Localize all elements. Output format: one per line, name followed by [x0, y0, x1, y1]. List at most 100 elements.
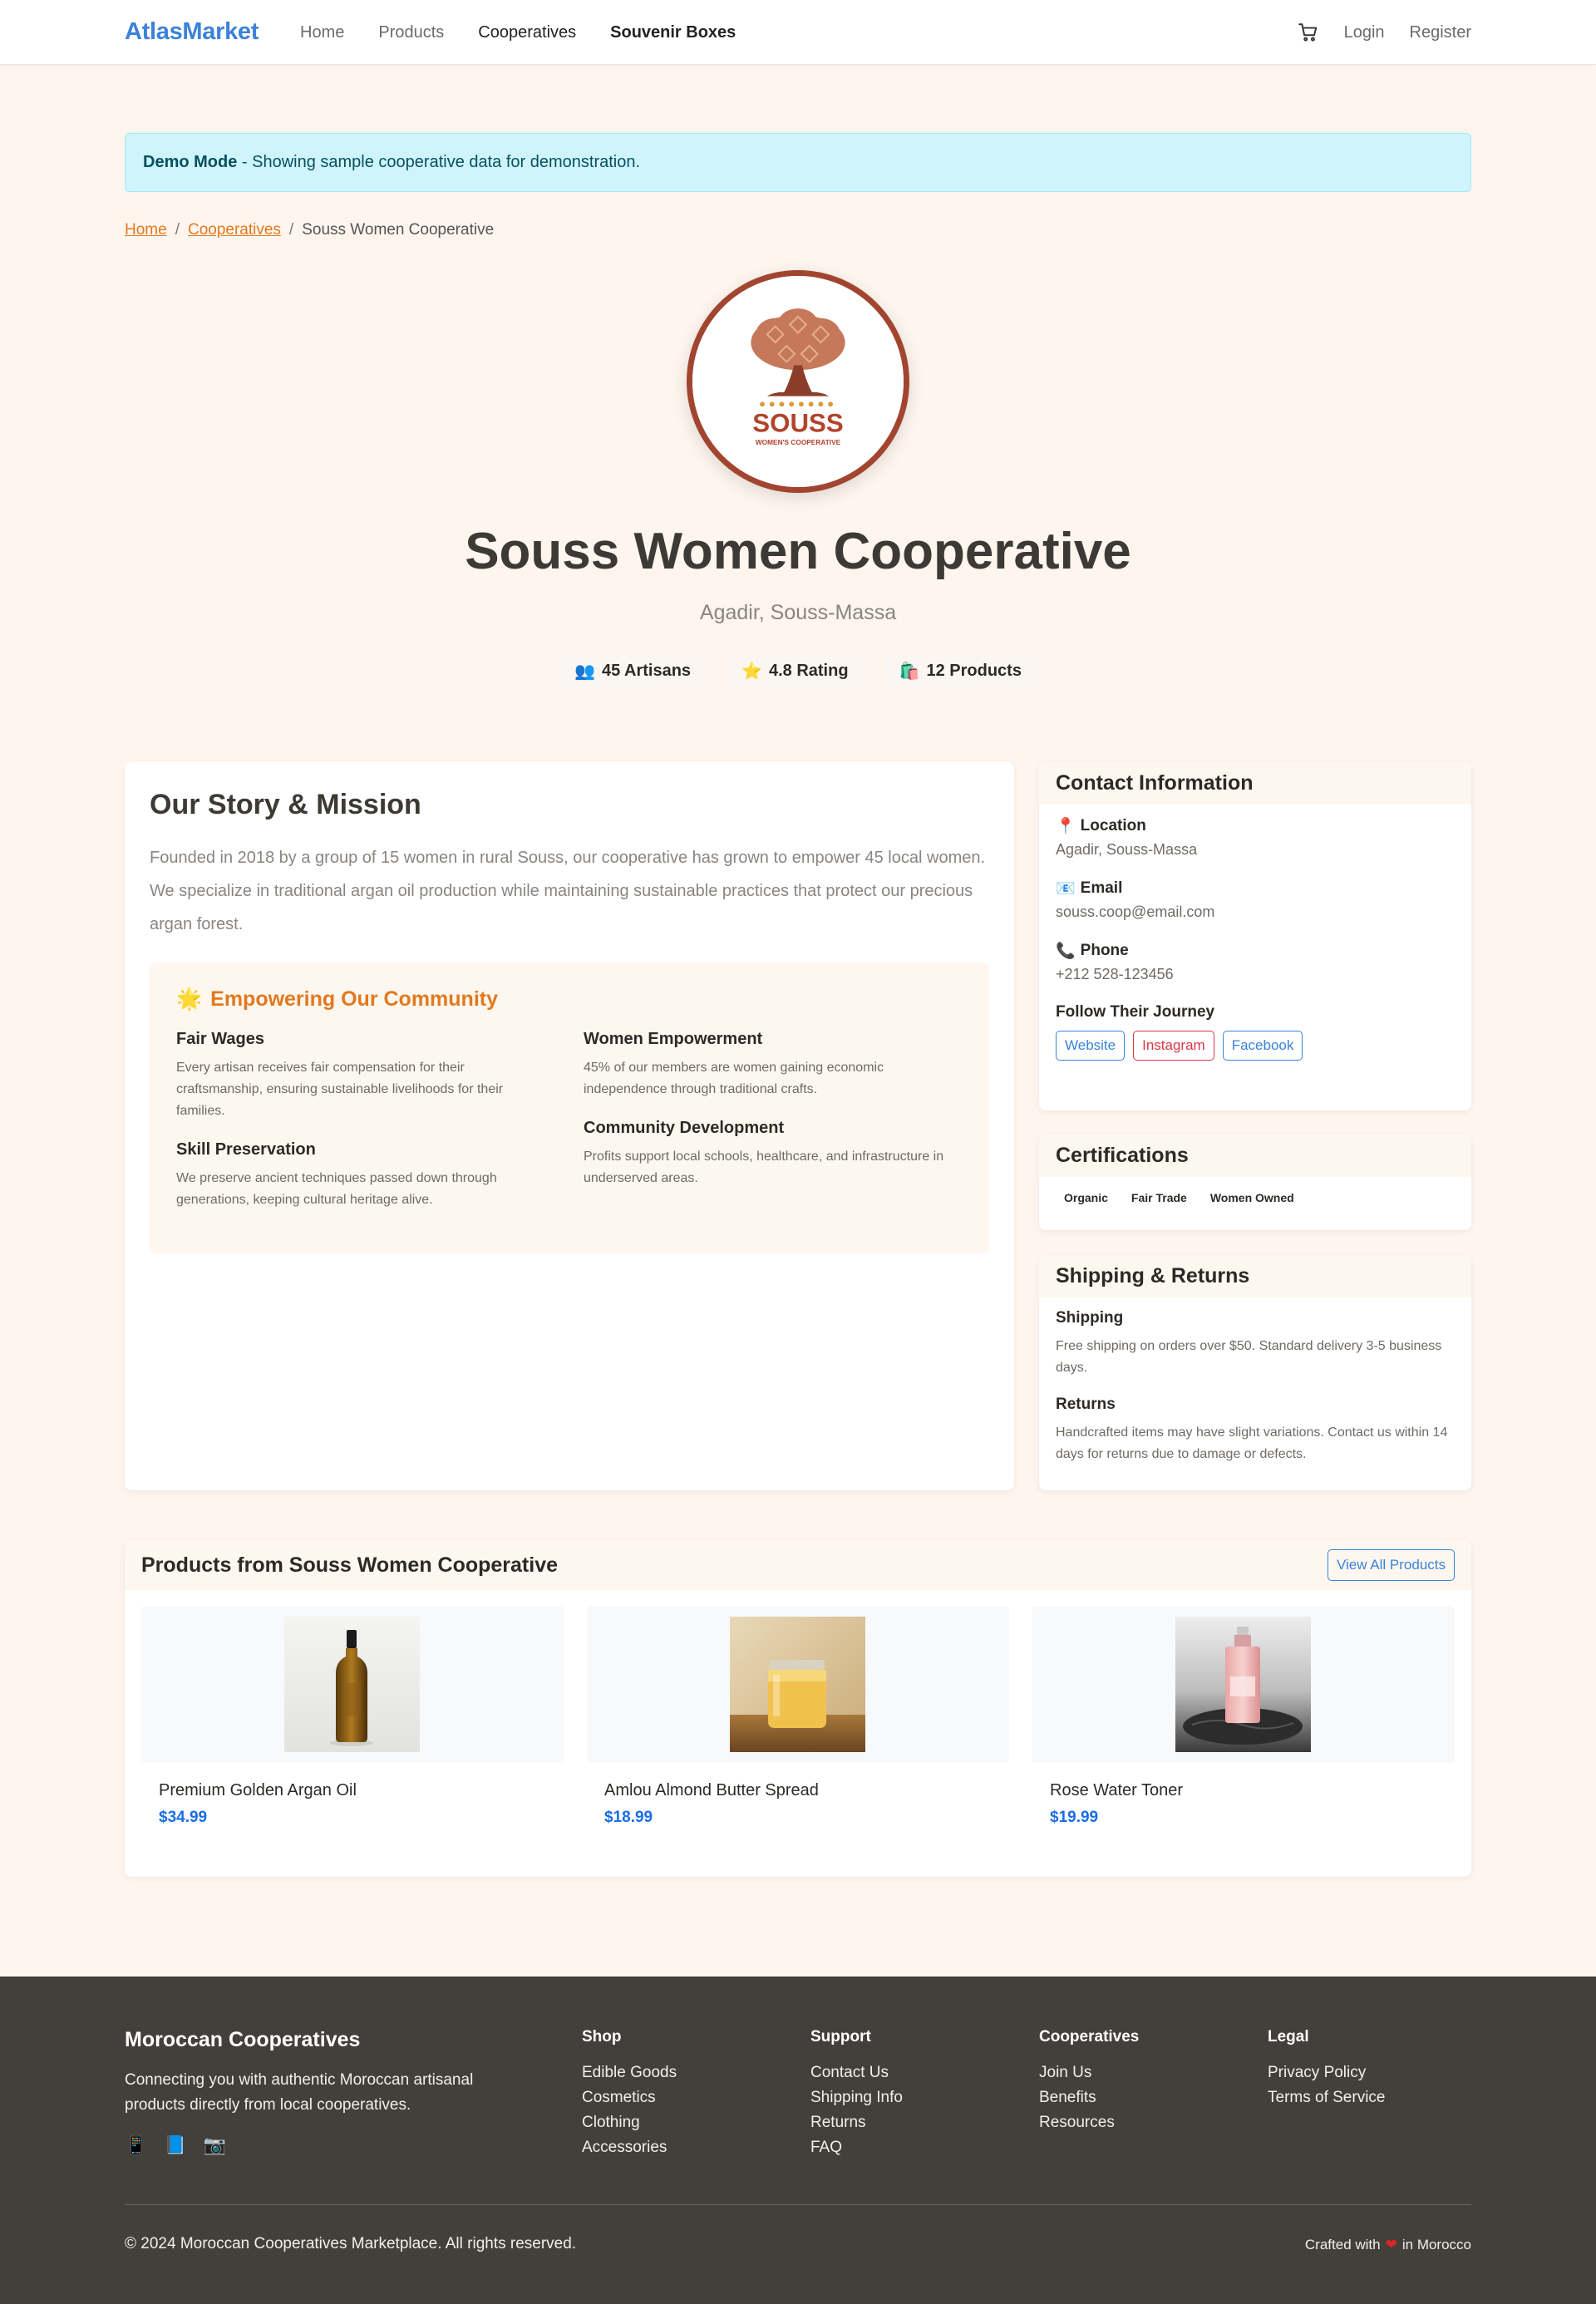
product-name[interactable]: Amlou Almond Butter Spread	[604, 1781, 1009, 1800]
story-text: Founded in 2018 by a group of 15 women i…	[150, 849, 986, 933]
breadcrumb-current: Souss Women Cooperative	[302, 221, 495, 239]
community-item-text: Every artisan receives fair compensation…	[176, 1061, 504, 1118]
products-label: 12 Products	[926, 662, 1022, 680]
heart-icon: ❤	[1385, 2237, 1397, 2252]
location-label: Location	[1080, 817, 1146, 834]
amlou-jar-image[interactable]	[730, 1617, 865, 1752]
rating-label: 4.8 Rating	[768, 662, 849, 680]
product-name[interactable]: Rose Water Toner	[1050, 1781, 1455, 1800]
footer-link-join-us[interactable]: Join Us	[1039, 2060, 1139, 2085]
community-panel: 🌟 Empowering Our Community Fair Wages Ev…	[150, 962, 989, 1253]
badge-organic: Organic	[1056, 1187, 1116, 1209]
products-header: Products from Souss Women Cooperative Vi…	[125, 1540, 1471, 1590]
community-title: Empowering Our Community	[210, 987, 498, 1011]
footer-link-clothing[interactable]: Clothing	[582, 2110, 677, 2135]
view-all-products-button[interactable]: View All Products	[1327, 1549, 1455, 1581]
badge-women-owned: Women Owned	[1201, 1187, 1303, 1209]
contact-location: 📍 Location Agadir, Souss-Massa	[1056, 816, 1455, 859]
community-item-fair-wages: Fair Wages Every artisan receives fair c…	[176, 1030, 542, 1122]
footer-crafted: Crafted with ❤ in Morocco	[1305, 2237, 1471, 2253]
footer-link-returns[interactable]: Returns	[810, 2110, 903, 2135]
footer-link-privacy-policy[interactable]: Privacy Policy	[1268, 2060, 1385, 2085]
footer-divider	[125, 2204, 1471, 2205]
footer-link-resources[interactable]: Resources	[1039, 2110, 1139, 2135]
story-title: Our Story & Mission	[150, 789, 421, 820]
footer-link-terms-of-service[interactable]: Terms of Service	[1268, 2085, 1385, 2110]
footer-link-shipping-info[interactable]: Shipping Info	[810, 2085, 903, 2110]
sparkle-icon: 🌟	[176, 987, 203, 1011]
stats-row: 👥 45 Artisans ⭐ 4.8 Rating 🛍️ 12 Product…	[0, 654, 1596, 688]
login-link[interactable]: Login	[1344, 23, 1385, 42]
community-item-community-development: Community Development Profits support lo…	[584, 1119, 949, 1189]
email-icon: 📧	[1056, 880, 1076, 898]
footer-copyright: © 2024 Moroccan Cooperatives Marketplace…	[125, 2235, 577, 2252]
alert-title: Demo Mode	[143, 153, 238, 171]
nav-right: Login Register	[1298, 22, 1471, 43]
footer-link-contact-us[interactable]: Contact Us	[810, 2060, 903, 2085]
contact-body: 📍 Location Agadir, Souss-Massa 📧 Email sou…	[1039, 805, 1471, 1072]
brand-logo[interactable]: AtlasMarket	[125, 18, 259, 46]
crafted-suffix: in Morocco	[1401, 2237, 1471, 2252]
product-image-area	[587, 1606, 1009, 1763]
product-name[interactable]: Premium Golden Argan Oil	[159, 1781, 564, 1800]
nav-links: Home Products Cooperatives Souvenir Boxe…	[300, 23, 736, 42]
community-item-skill-preservation: Skill Preservation We preserve ancient t…	[176, 1140, 542, 1211]
nav-products[interactable]: Products	[378, 23, 444, 42]
community-item-text: 45% of our members are women gaining eco…	[584, 1061, 884, 1096]
nav-souvenir-boxes[interactable]: Souvenir Boxes	[610, 23, 736, 42]
email-value[interactable]: souss.coop@email.com	[1056, 903, 1455, 921]
footer-link-benefits[interactable]: Benefits	[1039, 2085, 1139, 2110]
certifications-title: Certifications	[1039, 1135, 1471, 1177]
footer-brand: Moroccan Cooperatives	[125, 2028, 361, 2051]
argan-oil-bottle-image[interactable]	[284, 1617, 420, 1752]
community-item-text: We preserve ancient techniques passed do…	[176, 1171, 497, 1207]
shipping-body: Shipping Free shipping on orders over $5…	[1039, 1297, 1471, 1490]
footer-link-cosmetics[interactable]: Cosmetics	[582, 2085, 677, 2110]
star-icon: ⭐	[741, 662, 762, 681]
footer-col-title: Shop	[582, 2028, 622, 2046]
product-price: $19.99	[1050, 1809, 1099, 1826]
contact-card: Contact Information 📍 Location Agadir, So…	[1039, 762, 1471, 1110]
footer-col-cooperatives: Cooperatives Join Us Benefits Resources	[1039, 2028, 1139, 2135]
product-card[interactable]: Premium Golden Argan Oil $34.99	[141, 1606, 564, 1827]
community-item-title: Skill Preservation	[176, 1140, 316, 1159]
demo-mode-alert: Demo Mode - Showing sample cooperative d…	[125, 133, 1471, 192]
community-item-title: Women Empowerment	[584, 1030, 763, 1048]
artisans-stat: 👥 45 Artisans	[558, 654, 708, 688]
blue-book-icon[interactable]: 📘	[164, 2134, 186, 2156]
product-card[interactable]: Rose Water Toner $19.99	[1032, 1606, 1455, 1827]
website-button[interactable]: Website	[1056, 1031, 1126, 1061]
phone-value[interactable]: +212 528-123456	[1056, 966, 1455, 983]
product-card[interactable]: Amlou Almond Butter Spread $18.99	[587, 1606, 1009, 1827]
community-item-text: Profits support local schools, healthcar…	[584, 1150, 944, 1185]
location-pin-icon: 📍	[1056, 818, 1076, 835]
crafted-prefix: Crafted with	[1304, 2237, 1381, 2252]
contact-email: 📧 Email souss.coop@email.com	[1056, 879, 1455, 921]
register-link[interactable]: Register	[1410, 23, 1471, 42]
cart-icon[interactable]	[1298, 22, 1319, 43]
breadcrumb-cooperatives[interactable]: Cooperatives	[188, 221, 281, 239]
products-section: Products from Souss Women Cooperative Vi…	[125, 1540, 1471, 1877]
product-image-area	[1032, 1606, 1455, 1763]
facebook-button[interactable]: Facebook	[1222, 1031, 1303, 1061]
footer-col-legal: Legal Privacy Policy Terms of Service	[1268, 2028, 1385, 2110]
camera-icon[interactable]: 📷	[204, 2134, 226, 2156]
footer-link-faq[interactable]: FAQ	[810, 2135, 903, 2160]
footer-col-title: Cooperatives	[1039, 2028, 1140, 2046]
footer-link-accessories[interactable]: Accessories	[582, 2135, 677, 2160]
nav-cooperatives[interactable]: Cooperatives	[478, 23, 576, 42]
rose-water-bottle-image[interactable]	[1175, 1617, 1311, 1752]
footer-col-title: Legal	[1268, 2028, 1309, 2046]
footer-link-edible-goods[interactable]: Edible Goods	[582, 2060, 677, 2085]
logo-wordmark: SOUSS	[752, 409, 843, 438]
footer-col-title: Support	[810, 2028, 871, 2046]
nav-home[interactable]: Home	[300, 23, 344, 42]
instagram-button[interactable]: Instagram	[1133, 1031, 1214, 1061]
cooperative-title: Souss Women Cooperative	[465, 523, 1131, 580]
breadcrumb-home[interactable]: Home	[125, 221, 167, 239]
products-stat: 🛍️ 12 Products	[882, 654, 1038, 688]
products-title: Products from Souss Women Cooperative	[141, 1553, 559, 1577]
mobile-phone-icon[interactable]: 📱	[125, 2134, 147, 2156]
breadcrumb: Home / Cooperatives / Souss Women Cooper…	[125, 221, 494, 239]
shopping-bag-icon: 🛍️	[899, 662, 920, 681]
